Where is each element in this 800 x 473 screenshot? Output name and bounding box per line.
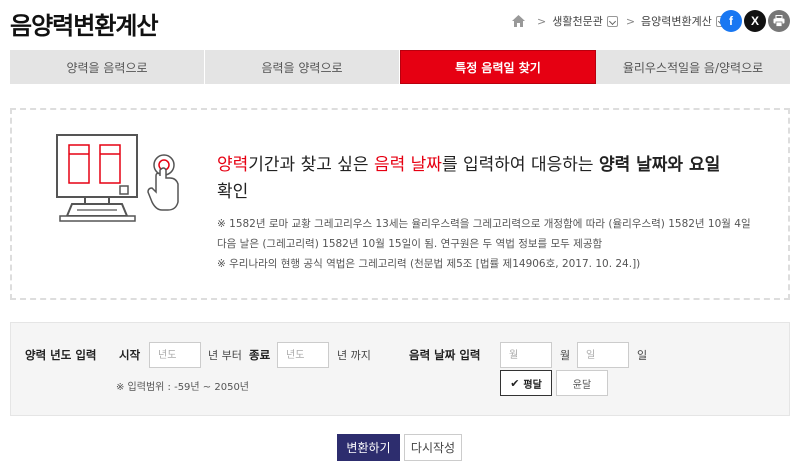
tab-julian-day[interactable]: 율리우스적일을 음/양력으로 <box>596 50 790 84</box>
lunar-date-label: 음력 날짜 입력 <box>409 348 481 362</box>
solar-year-label: 양력 년도 입력 <box>25 348 97 362</box>
notes: ※ 1582년 로마 교황 그레고리우스 13세는 율리우스력을 그레고리력으로… <box>217 214 777 274</box>
page-title: 음양력변환계산 <box>10 12 159 40</box>
lunar-day-input[interactable] <box>577 342 629 368</box>
breadcrumb-item-converter[interactable]: 음양력변환계산 <box>641 13 712 29</box>
start-year-input[interactable] <box>149 342 201 368</box>
facebook-share-button[interactable]: f <box>720 10 742 32</box>
headline-confirm: 확인 <box>217 182 249 202</box>
chevron-right-icon: > <box>537 14 547 28</box>
chevron-down-icon[interactable] <box>606 15 618 27</box>
normal-month-label: 평달 <box>523 379 542 391</box>
print-icon <box>773 15 785 27</box>
computer-touch-icon <box>56 134 179 222</box>
x-icon: X <box>750 14 759 28</box>
home-icon[interactable] <box>512 15 525 27</box>
note-line: 다음 날은 (그레고리력) 1582년 10월 15일이 됨. 연구원은 두 역… <box>217 238 603 250</box>
note-line: ※ 1582년 로마 교황 그레고리우스 13세는 율리우스력을 그레고리력으로… <box>217 218 751 230</box>
leap-month-toggle[interactable]: 윤달 <box>556 370 608 396</box>
input-form: 양력 년도 입력 시작 년 부터 종료 년 까지 ※ 입력범위 : -59년 ~… <box>10 322 790 416</box>
input-range-note: ※ 입력범위 : -59년 ~ 2050년 <box>116 382 250 393</box>
check-icon: ✔ <box>510 376 520 390</box>
headline: 양력기간과 찾고 싶은 음력 날짜를 입력하여 대응하는 양력 날짜와 요일확인 <box>217 152 777 206</box>
chevron-right-icon: > <box>625 14 636 28</box>
day-suffix: 일 <box>637 349 648 362</box>
note-line: ※ 우리나라의 현행 공식 역법은 그레고리력 (천문법 제5조 [법률 제14… <box>217 258 641 270</box>
tab-find-lunar-date[interactable]: 특정 음력일 찾기 <box>400 50 596 84</box>
header: 음양력변환계산 > 생활천문관 > 음양력변환계산 f X <box>0 0 800 46</box>
headline-solar-date-weekday: 양력 날짜와 요일 <box>598 155 721 175</box>
tab-solar-to-lunar[interactable]: 양력을 음력으로 <box>10 50 205 84</box>
month-suffix: 월 <box>560 349 571 362</box>
headline-text: 기간과 찾고 싶은 <box>248 155 374 175</box>
x-share-button[interactable]: X <box>744 10 766 32</box>
headline-text: 를 입력하여 대응하는 <box>441 155 599 175</box>
end-year-input[interactable] <box>277 342 329 368</box>
convert-button[interactable]: 변환하기 <box>337 434 400 461</box>
tab-lunar-to-solar[interactable]: 음력을 양력으로 <box>205 50 400 84</box>
leap-month-label: 윤달 <box>572 379 592 391</box>
reset-button[interactable]: 다시작성 <box>404 434 462 461</box>
lunar-month-input[interactable] <box>500 342 552 368</box>
facebook-icon: f <box>729 14 733 28</box>
start-label: 시작 <box>119 348 141 362</box>
normal-month-toggle[interactable]: ✔ 평달 <box>500 370 552 396</box>
headline-lunar-date: 음력 날짜 <box>373 155 442 175</box>
print-button[interactable] <box>768 10 790 32</box>
breadcrumb: > 생활천문관 > 음양력변환계산 <box>512 13 727 29</box>
end-suffix: 년 까지 <box>337 349 371 362</box>
breadcrumb-item-astronomy[interactable]: 생활천문관 <box>552 13 603 29</box>
tab-bar: 양력을 음력으로 음력을 양력으로 특정 음력일 찾기 율리우스적일을 음/양력… <box>10 50 790 84</box>
end-label: 종료 <box>249 348 271 362</box>
headline-solar: 양력 <box>217 155 249 175</box>
start-suffix: 년 부터 <box>208 349 242 362</box>
info-box: 양력기간과 찾고 싶은 음력 날짜를 입력하여 대응하는 양력 날짜와 요일확인… <box>10 108 790 300</box>
